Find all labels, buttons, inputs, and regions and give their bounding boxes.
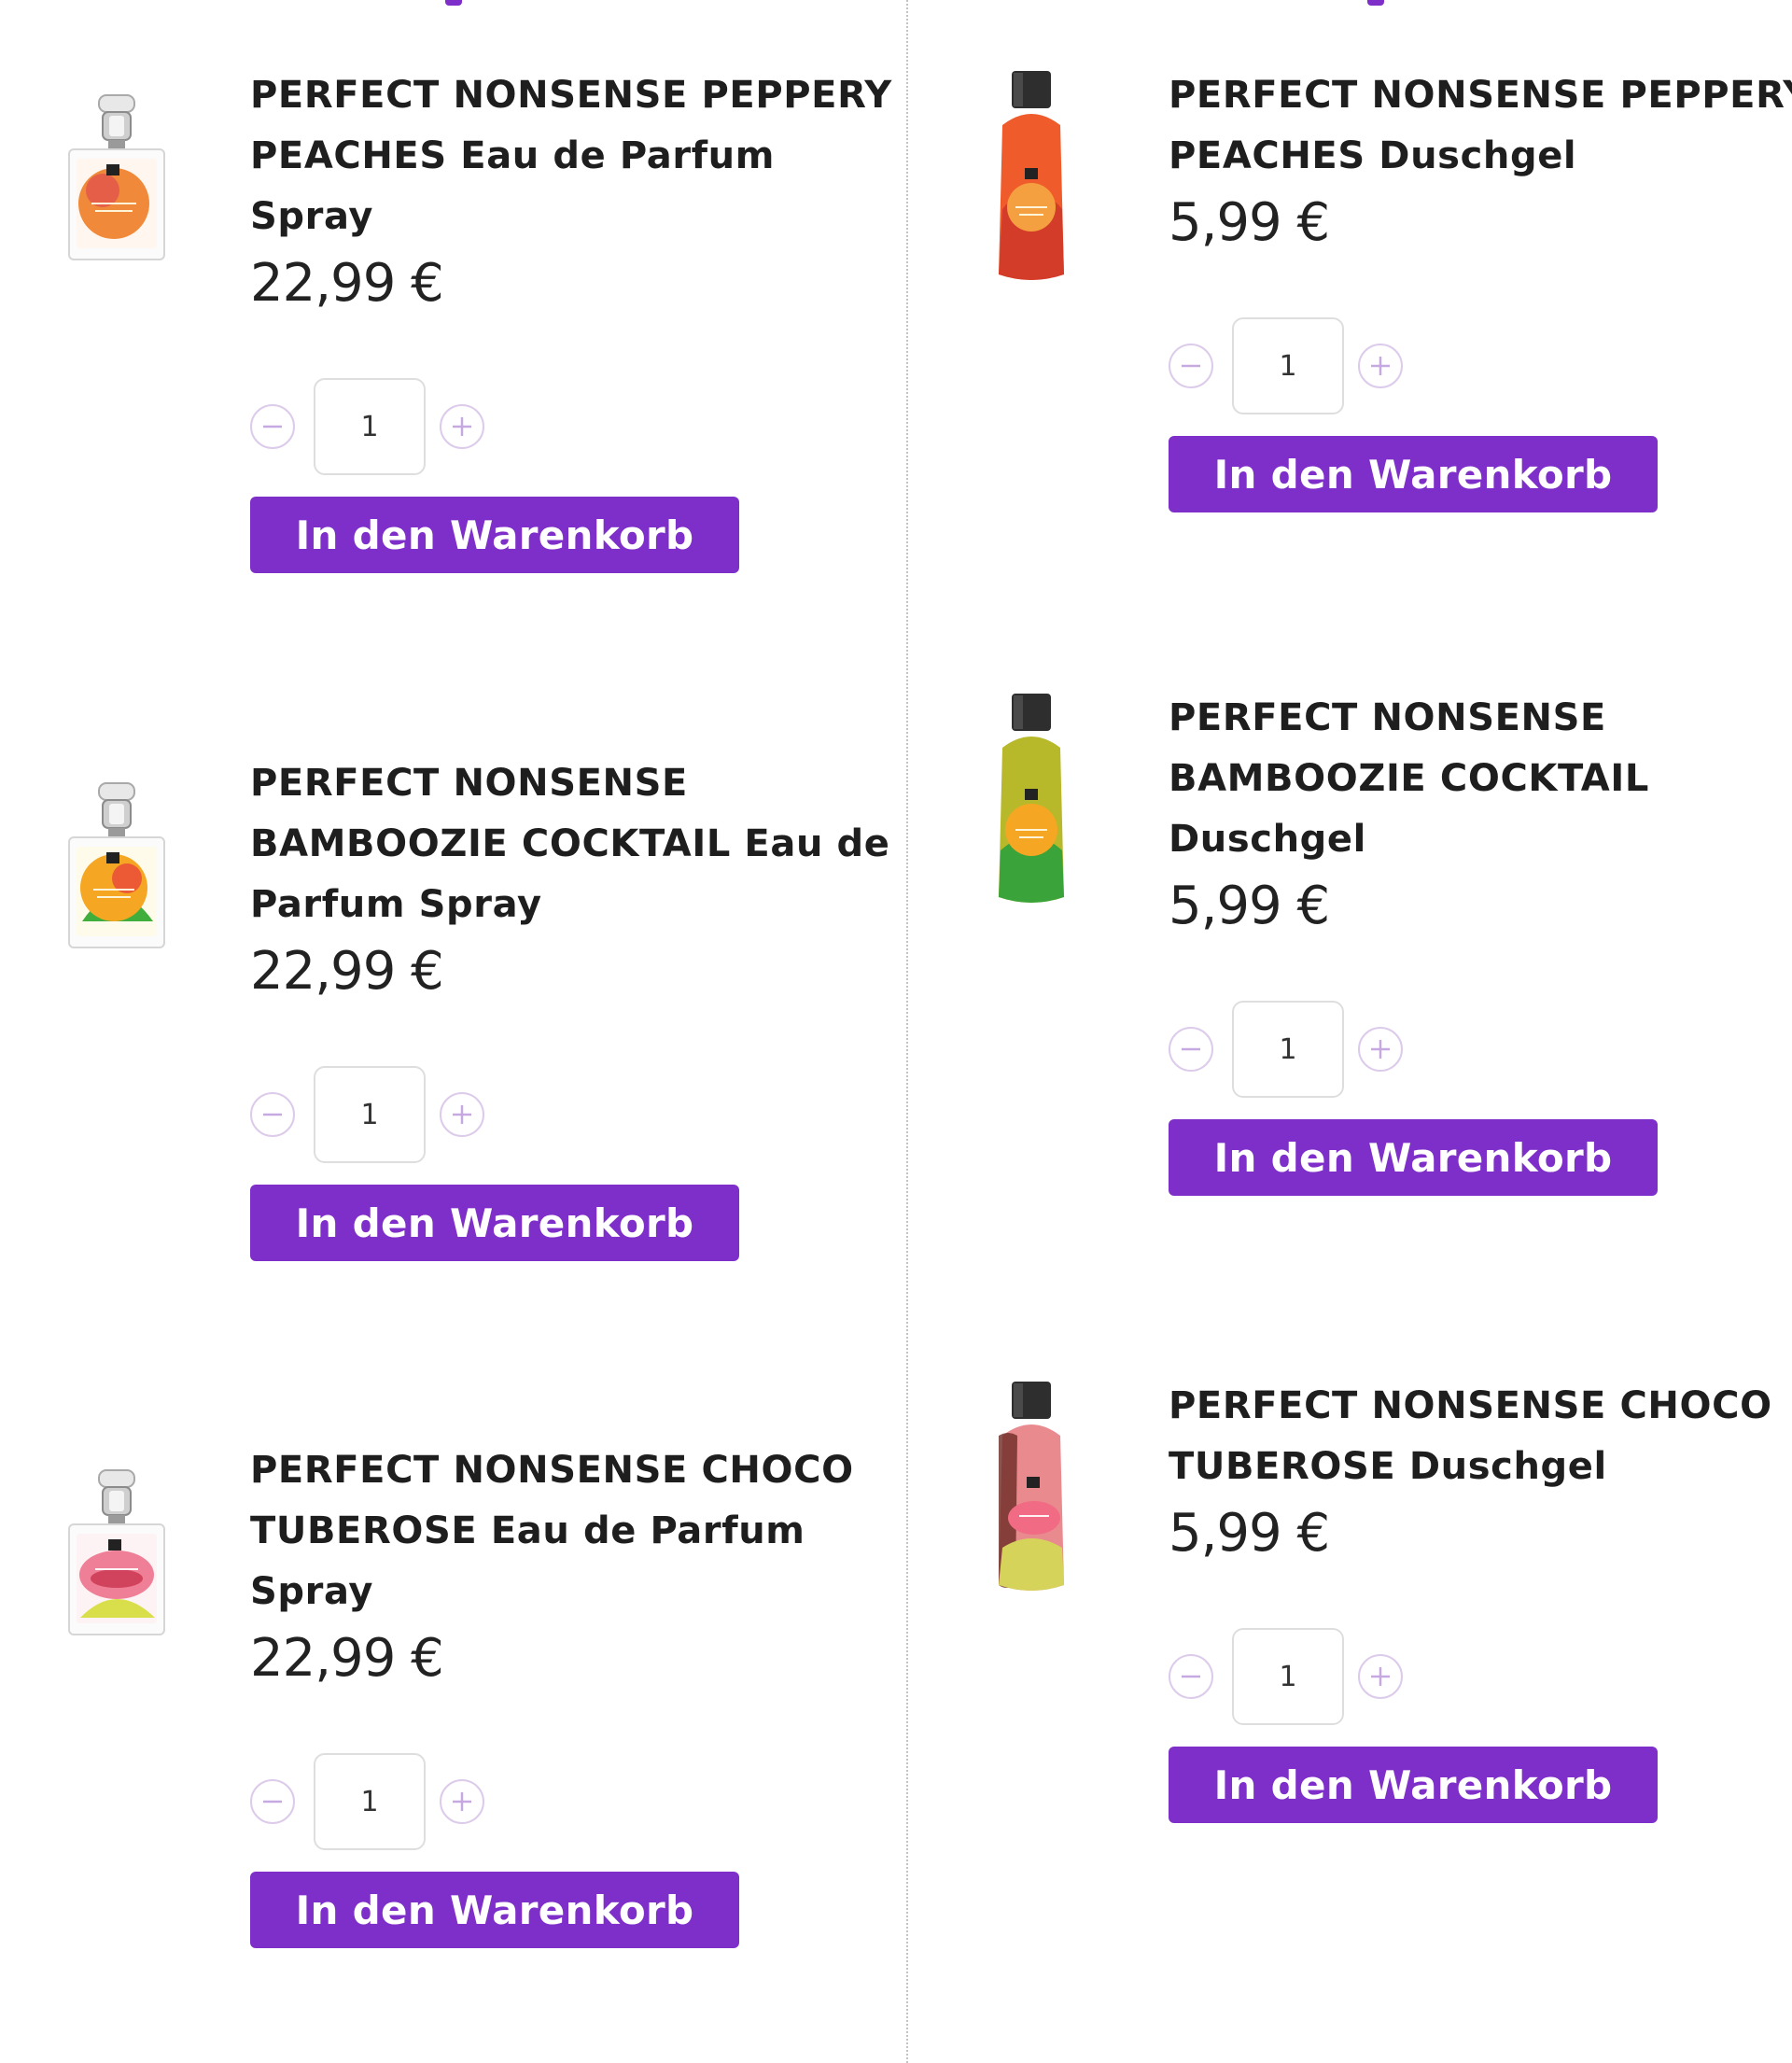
plus-icon <box>1371 1040 1390 1059</box>
product-title[interactable]: PERFECT NONSENSE PEPPERY PEACHES Duschge… <box>1169 65 1792 187</box>
quantity-selector <box>250 1065 903 1164</box>
product-info: PERFECT NONSENSE CHOCO TUBEROSE Duschgel… <box>1169 1376 1792 1823</box>
add-to-cart-button[interactable]: In den Warenkorb <box>250 1185 739 1261</box>
product-image[interactable] <box>65 65 196 289</box>
add-to-cart-button[interactable]: In den Warenkorb <box>1169 1747 1658 1823</box>
plus-icon <box>453 1105 471 1124</box>
add-to-cart-button[interactable]: In den Warenkorb <box>1169 1119 1658 1196</box>
add-to-cart-button[interactable]: In den Warenkorb <box>1169 436 1658 512</box>
quantity-input[interactable] <box>1232 1001 1344 1098</box>
product-title[interactable]: PERFECT NONSENSE CHOCO TUBEROSE Eau de P… <box>250 1440 922 1622</box>
minus-icon <box>1182 1047 1200 1051</box>
quantity-increase-button[interactable] <box>440 1092 484 1137</box>
product-info: PERFECT NONSENSE PEPPERY PEACHES Duschge… <box>1169 65 1792 512</box>
product-image[interactable] <box>65 753 196 977</box>
plus-icon <box>453 1792 471 1811</box>
plus-icon <box>1371 1667 1390 1686</box>
add-to-cart-button[interactable]: In den Warenkorb <box>250 497 739 573</box>
plus-icon <box>1371 357 1390 375</box>
quantity-decrease-button[interactable] <box>1169 344 1213 388</box>
quantity-increase-button[interactable] <box>1358 1027 1403 1072</box>
product-image[interactable] <box>984 688 1114 912</box>
product-image[interactable] <box>65 1440 196 1664</box>
product-price: 5,99 € <box>1169 1503 1330 1564</box>
product-price: 22,99 € <box>250 1628 444 1689</box>
plus-icon <box>453 417 471 436</box>
shower-gel-bottle-icon <box>999 1382 1064 1591</box>
product-title[interactable]: PERFECT NONSENSE BAMBOOZIE COCKTAIL Eau … <box>250 753 903 935</box>
product-price: 22,99 € <box>250 253 444 314</box>
quantity-decrease-button[interactable] <box>250 404 295 449</box>
product-image[interactable] <box>984 65 1114 289</box>
minus-icon <box>263 1113 282 1116</box>
shower-gel-bottle-icon <box>999 694 1064 903</box>
quantity-selector <box>250 377 903 476</box>
product-info: PERFECT NONSENSE BAMBOOZIE COCKTAIL Dusc… <box>1169 688 1792 1196</box>
quantity-decrease-button[interactable] <box>250 1779 295 1824</box>
column-top-marker <box>1367 0 1384 6</box>
quantity-decrease-button[interactable] <box>1169 1654 1213 1699</box>
quantity-increase-button[interactable] <box>440 1779 484 1824</box>
minus-icon <box>263 425 282 428</box>
product-price: 5,99 € <box>1169 876 1330 936</box>
product-info: PERFECT NONSENSE CHOCO TUBEROSE Eau de P… <box>250 1440 922 1948</box>
column-top-marker <box>445 0 462 6</box>
product-info: PERFECT NONSENSE BAMBOOZIE COCKTAIL Eau … <box>250 753 903 1261</box>
quantity-increase-button[interactable] <box>440 404 484 449</box>
product-title[interactable]: PERFECT NONSENSE CHOCO TUBEROSE Duschgel <box>1169 1376 1792 1497</box>
quantity-increase-button[interactable] <box>1358 344 1403 388</box>
quantity-selector <box>1169 1627 1792 1726</box>
quantity-selector <box>1169 316 1792 415</box>
perfume-bottle-icon <box>68 782 165 948</box>
perfume-bottle-icon <box>68 1469 165 1635</box>
product-price: 5,99 € <box>1169 192 1330 253</box>
quantity-selector <box>1169 1000 1792 1099</box>
quantity-input[interactable] <box>1232 317 1344 414</box>
quantity-decrease-button[interactable] <box>250 1092 295 1137</box>
quantity-input[interactable] <box>1232 1628 1344 1725</box>
quantity-input[interactable] <box>314 1753 426 1850</box>
product-image[interactable] <box>984 1376 1114 1600</box>
quantity-increase-button[interactable] <box>1358 1654 1403 1699</box>
add-to-cart-button[interactable]: In den Warenkorb <box>250 1872 739 1948</box>
product-price: 22,99 € <box>250 941 444 1002</box>
minus-icon <box>1182 1675 1200 1678</box>
product-title[interactable]: PERFECT NONSENSE PEPPERY PEACHES Eau de … <box>250 65 903 247</box>
product-info: PERFECT NONSENSE PEPPERY PEACHES Eau de … <box>250 65 903 573</box>
quantity-input[interactable] <box>314 378 426 475</box>
minus-icon <box>263 1800 282 1803</box>
quantity-selector <box>250 1752 922 1851</box>
shower-gel-bottle-icon <box>999 71 1064 280</box>
minus-icon <box>1182 364 1200 368</box>
quantity-input[interactable] <box>314 1066 426 1163</box>
perfume-bottle-icon <box>68 94 165 260</box>
quantity-decrease-button[interactable] <box>1169 1027 1213 1072</box>
product-title[interactable]: PERFECT NONSENSE BAMBOOZIE COCKTAIL Dusc… <box>1169 688 1792 870</box>
